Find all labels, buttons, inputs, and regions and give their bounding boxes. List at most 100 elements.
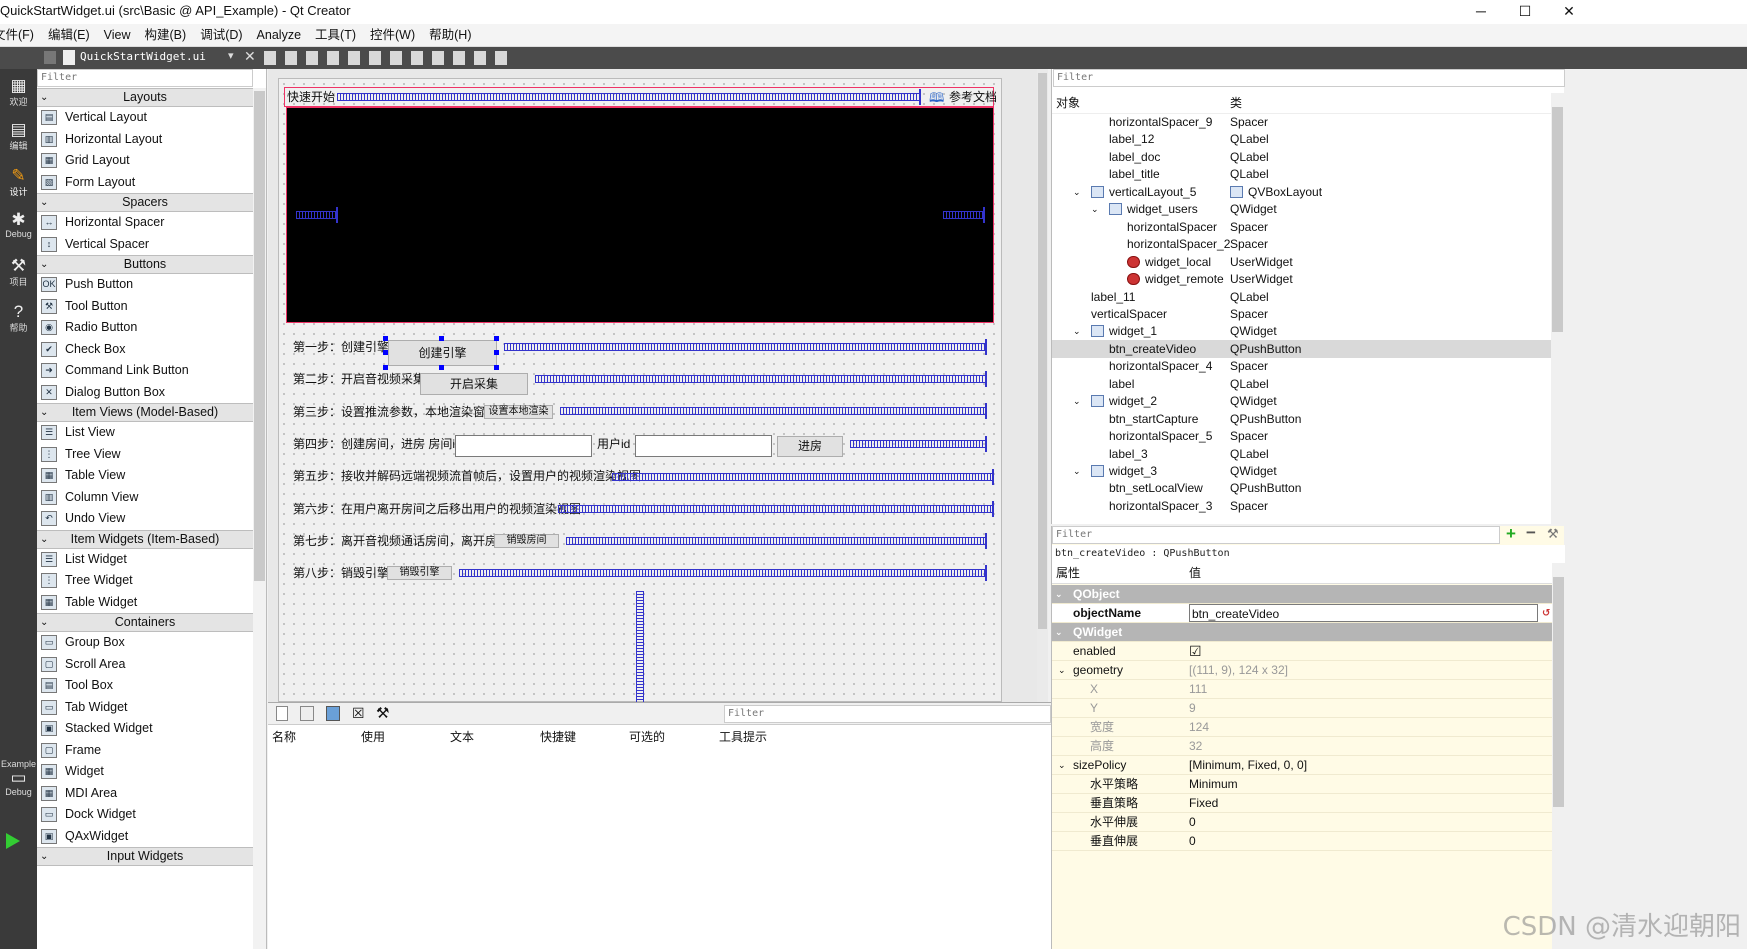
start-capture-button[interactable]: 开启采集 — [420, 373, 528, 395]
horizontal-spacer-5[interactable] — [535, 371, 987, 387]
category-buttons[interactable]: ⌄ Buttons — [37, 255, 253, 274]
widget-vertical-spacer[interactable]: ↕ Vertical Spacer — [37, 234, 253, 256]
reset-icon[interactable]: ↺ — [1542, 604, 1550, 623]
widget-stacked-widget[interactable]: ▣ Stacked Widget — [37, 718, 253, 740]
mode-welcome[interactable]: ▦ 欢迎 — [0, 77, 37, 108]
widget-undo-view[interactable]: ↶ Undo View — [37, 508, 253, 530]
col-property[interactable]: 属性 — [1056, 563, 1080, 584]
horizontal-spacer-11[interactable] — [459, 565, 987, 581]
chevron-down-icon[interactable]: ▾ — [228, 49, 234, 62]
col-used[interactable]: 使用 — [361, 727, 385, 747]
section-qwidget[interactable]: ⌄ QWidget — [1052, 623, 1552, 642]
designer-scrollbar[interactable] — [1037, 69, 1048, 702]
menu-help[interactable]: 帮助(H) — [422, 24, 478, 47]
wrench-icon[interactable]: ⚒ — [1547, 526, 1559, 542]
object-row-verticallayout-5[interactable]: ⌄ verticalLayout_5 QVBoxLayout — [1052, 183, 1552, 201]
category-containers[interactable]: ⌄ Containers — [37, 613, 253, 632]
object-filter-input[interactable]: Filter — [1053, 69, 1565, 87]
widget-push-button[interactable]: OK Push Button — [37, 274, 253, 296]
property-scrollbar[interactable] — [1552, 563, 1565, 949]
menu-file[interactable]: 文件(F) — [0, 24, 41, 47]
set-local-view-button[interactable]: 设置本地渲染 — [484, 405, 553, 419]
prop-sizePolicy[interactable]: ⌄ sizePolicy [Minimum, Fixed, 0, 0] — [1052, 756, 1552, 775]
objectName-input[interactable]: btn_createVideo — [1189, 604, 1538, 622]
form-canvas[interactable]: 快速开始 🕮 参考文档 第一步：创建引擎 创建引擎 第二步：开启音视频采集 开启… — [278, 78, 1002, 703]
col-name[interactable]: 名称 — [272, 727, 296, 747]
widget-qaxwidget[interactable]: ▣ QAxWidget — [37, 826, 253, 848]
menu-edit[interactable]: 编辑(E) — [41, 24, 97, 47]
object-row-horizontalspacer-4[interactable]: horizontalSpacer_4 Spacer — [1052, 357, 1552, 375]
prop-geometry[interactable]: ⌄ geometry [(111, 9), 124 x 32] — [1052, 661, 1552, 680]
widget-tree-widget[interactable]: ⋮ Tree Widget — [37, 570, 253, 592]
object-row-widget-remote[interactable]: widget_remote UserWidget — [1052, 270, 1552, 288]
run-icon[interactable] — [6, 833, 20, 849]
widget-widget[interactable]: ▦ Widget — [37, 761, 253, 783]
horizontal-spacer-10[interactable] — [566, 533, 987, 549]
user-id-input[interactable] — [635, 435, 772, 457]
close-button[interactable]: ✕ — [1547, 0, 1591, 24]
vertical-spacer[interactable] — [636, 591, 644, 703]
widget-frame[interactable]: ▢ Frame — [37, 740, 253, 762]
col-class[interactable]: 类 — [1230, 92, 1242, 114]
col-tooltip[interactable]: 工具提示 — [719, 727, 767, 747]
paste-action-icon[interactable] — [326, 706, 340, 721]
object-row-horizontalspacer-3[interactable]: horizontalSpacer_3 Spacer — [1052, 497, 1552, 515]
mode-help[interactable]: ? 帮助 — [0, 303, 37, 334]
section-qobject[interactable]: ⌄ QObject — [1052, 585, 1552, 604]
widget-check-box[interactable]: ✔ Check Box — [37, 339, 253, 361]
object-scrollbar[interactable] — [1551, 93, 1564, 524]
widget-dock-widget[interactable]: ▭ Dock Widget — [37, 804, 253, 826]
room-id-input[interactable] — [455, 435, 592, 457]
object-row-btn-createvideo[interactable]: btn_createVideo QPushButton — [1052, 339, 1552, 358]
object-row-verticalspacer[interactable]: verticalSpacer Spacer — [1052, 305, 1552, 323]
prop-enabled[interactable]: enabled ☑ — [1052, 642, 1552, 661]
widget-horizontal-layout[interactable]: ▥ Horizontal Layout — [37, 129, 253, 151]
horizontal-spacer-8[interactable] — [558, 501, 994, 517]
col-checkable[interactable]: 可选的 — [629, 727, 665, 747]
widget-radio-button[interactable]: ◉ Radio Button — [37, 317, 253, 339]
video-users-widget[interactable] — [286, 107, 994, 323]
menu-build[interactable]: 构建(B) — [138, 24, 194, 47]
kit-selector[interactable]: Example ▭ Debug — [0, 759, 37, 797]
configure-icon[interactable]: ⚒ — [376, 704, 389, 722]
object-row-horizontalspacer-5[interactable]: horizontalSpacer_5 Spacer — [1052, 427, 1552, 445]
prop-hpolicy[interactable]: 水平策略 Minimum — [1052, 775, 1552, 794]
prop-x[interactable]: X 111 — [1052, 680, 1552, 699]
property-filter-input[interactable]: Filter — [1052, 526, 1500, 544]
object-row-horizontalspacer[interactable]: horizontalSpacer Spacer — [1052, 218, 1552, 236]
col-shortcut[interactable]: 快捷键 — [540, 727, 576, 747]
prop-objectName[interactable]: objectName btn_createVideo ↺ — [1052, 604, 1552, 623]
mode-edit[interactable]: ▤ 编辑 — [0, 121, 37, 152]
add-property-icon[interactable]: + — [1506, 524, 1516, 544]
mode-debug[interactable]: ✱ Debug — [0, 211, 37, 240]
enter-room-button[interactable]: 进房 — [777, 436, 843, 457]
open-file-combo[interactable]: QuickStartWidget.ui — [80, 50, 206, 63]
horizontal-spacer-left[interactable] — [296, 207, 338, 223]
object-row-label[interactable]: label QLabel — [1052, 375, 1552, 393]
remove-property-icon[interactable]: − — [1526, 523, 1536, 543]
widget-command-link-button[interactable]: ➜ Command Link Button — [37, 360, 253, 382]
widget-list-view[interactable]: ☰ List View — [37, 422, 253, 444]
menu-debug[interactable]: 调试(D) — [193, 24, 249, 47]
prop-hstretch[interactable]: 水平伸展 0 — [1052, 813, 1552, 832]
menu-tools[interactable]: 工具(T) — [308, 24, 363, 47]
maximize-button[interactable]: ☐ — [1503, 0, 1547, 24]
widget-mdi-area[interactable]: ▦ MDI Area — [37, 783, 253, 805]
col-object[interactable]: 对象 — [1056, 92, 1080, 114]
widget-horizontal-spacer[interactable]: ↔ Horizontal Spacer — [37, 212, 253, 234]
minimize-button[interactable]: ─ — [1459, 0, 1503, 24]
menu-analyze[interactable]: Analyze — [250, 24, 308, 47]
object-row-btn-setlocalview[interactable]: btn_setLocalView QPushButton — [1052, 479, 1552, 497]
category-item-widgets-item-based[interactable]: ⌄ Item Widgets (Item-Based) — [37, 529, 253, 549]
widget-scroll-area[interactable]: ▢ Scroll Area — [37, 654, 253, 676]
destroy-engine-button[interactable]: 销毁引擎 — [387, 566, 452, 580]
widget-group-box[interactable]: ▭ Group Box — [37, 632, 253, 654]
widget-tree-view[interactable]: ⋮ Tree View — [37, 444, 253, 466]
object-row-label-11[interactable]: label_11 QLabel — [1052, 288, 1552, 306]
widgetbox-filter-input[interactable]: Filter — [37, 69, 253, 87]
menu-view[interactable]: View — [97, 24, 138, 47]
mode-projects[interactable]: ⚒ 项目 — [0, 257, 37, 288]
widget-table-view[interactable]: ▦ Table View — [37, 465, 253, 487]
prop-height[interactable]: 高度 32 — [1052, 737, 1552, 756]
object-row-label-title[interactable]: label_title QLabel — [1052, 165, 1552, 183]
